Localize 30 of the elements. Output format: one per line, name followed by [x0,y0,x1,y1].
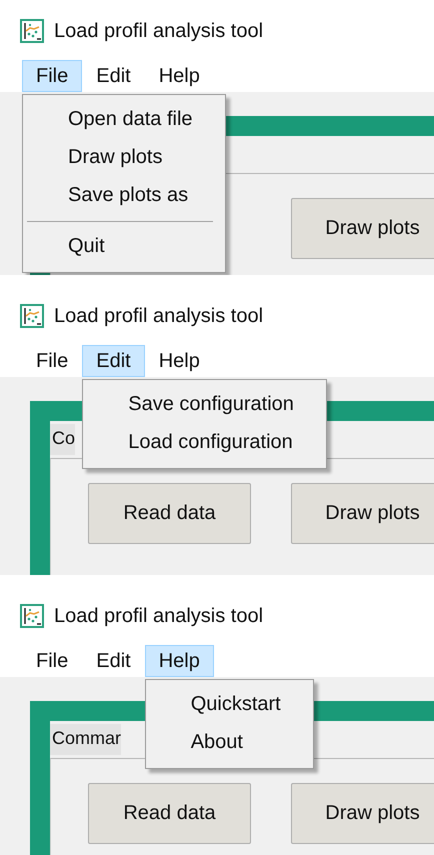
menu-item[interactable]: Help [144,60,214,92]
action-button[interactable]: Read data [88,783,251,844]
app-icon [20,304,44,328]
group-label: Co [50,424,76,455]
window-title: Load profil analysis tool [54,604,264,628]
menu-item[interactable]: File [22,345,82,377]
menu-item[interactable]: Edit [82,60,145,92]
menu-item[interactable]: Edit [82,345,145,377]
action-button[interactable]: Draw plots [291,198,434,259]
menu-entry[interactable]: Quickstart [148,686,301,724]
menu-entry[interactable]: About [148,724,301,762]
action-button[interactable]: Read data [88,483,251,544]
window-title: Load profil analysis tool [54,304,264,328]
group-label: Commar [50,724,122,755]
menu-item[interactable]: Help [144,645,214,677]
menu-entry[interactable]: Draw plots [25,139,213,177]
menu-entry[interactable]: Save configuration [85,386,314,424]
menu-item[interactable]: Help [144,345,214,377]
menu-entry[interactable]: Load configuration [85,424,314,462]
app-icon [20,604,44,628]
menu-entry[interactable]: Quit [25,228,213,266]
action-button[interactable]: Draw plots [291,783,434,844]
menu-item[interactable]: File [22,60,82,92]
menu-entry[interactable]: Save plots as [25,177,213,215]
menu-item[interactable]: Edit [82,645,145,677]
app-icon [20,19,44,43]
menu-entry[interactable]: Open data file [25,101,213,139]
action-button[interactable]: Draw plots [291,483,434,544]
window-title: Load profil analysis tool [54,20,264,42]
menu-item[interactable]: File [22,645,82,677]
